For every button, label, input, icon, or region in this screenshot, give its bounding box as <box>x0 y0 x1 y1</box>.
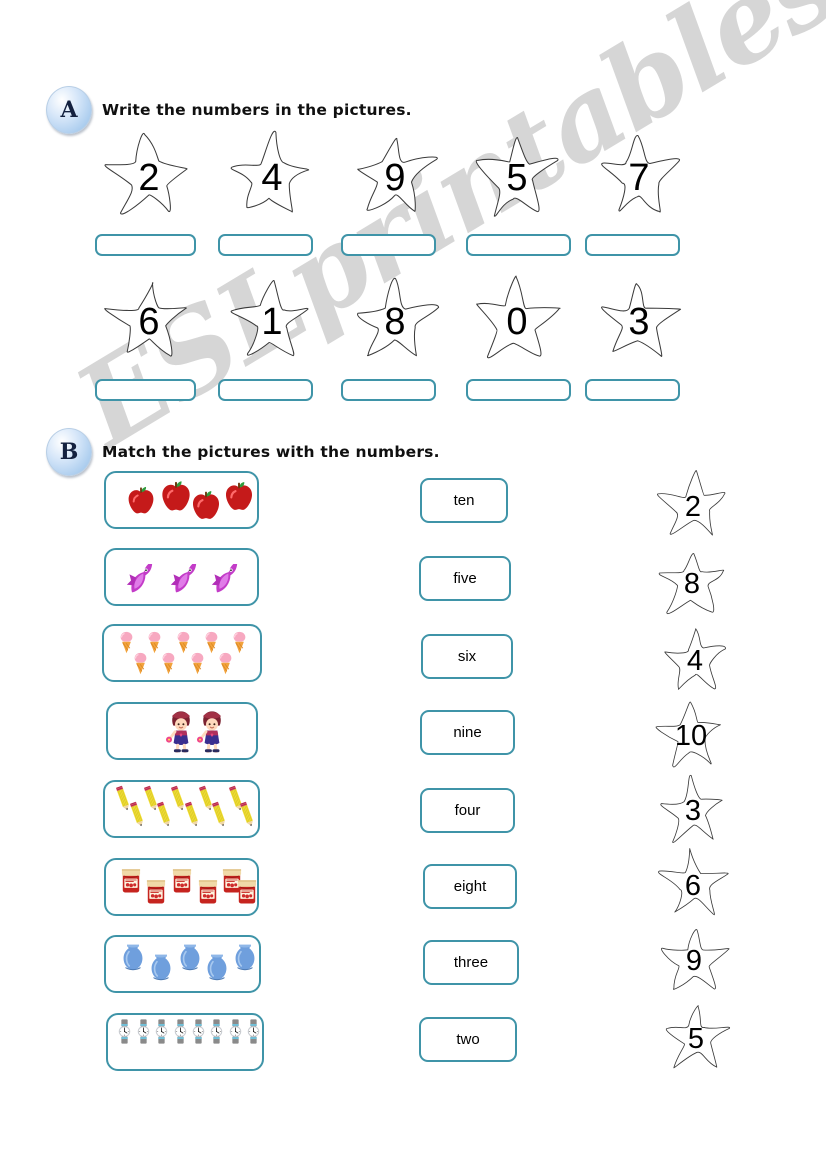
answer-box-9[interactable] <box>466 379 571 401</box>
picture-box-jam-jar[interactable] <box>104 858 259 916</box>
star-7: 7 <box>587 128 691 228</box>
picture-box-girl[interactable] <box>106 702 258 760</box>
star-number: 9 <box>384 157 406 199</box>
star-number: 0 <box>506 301 528 343</box>
answer-box-1[interactable] <box>95 234 196 256</box>
section-a-header: A Write the numbers in the pictures. <box>46 86 412 134</box>
word-box-ten[interactable]: ten <box>420 478 508 523</box>
star-number: 10 <box>674 719 708 752</box>
answer-box-6[interactable] <box>95 379 196 401</box>
section-b-badge: B <box>46 428 92 476</box>
picture-group <box>108 704 256 758</box>
star-number: 6 <box>684 869 702 902</box>
picture-box-apple[interactable] <box>104 471 259 529</box>
star-number: 5 <box>506 157 528 199</box>
answer-box-2[interactable] <box>218 234 313 256</box>
star-number: 9 <box>685 944 703 977</box>
picture-group <box>104 626 260 680</box>
answer-box-4[interactable] <box>466 234 571 256</box>
star-number: 3 <box>684 794 702 827</box>
star-5: 5 <box>465 128 569 228</box>
star-number: 2 <box>138 157 160 199</box>
vase-icon <box>227 940 259 976</box>
star-9: 9 <box>343 128 447 228</box>
star-number: 5 <box>687 1022 705 1055</box>
number-star-4: 4 <box>653 620 737 702</box>
star-number: 7 <box>628 157 650 199</box>
fish-icon <box>203 556 249 602</box>
worksheet-page: ESLprintables.com A Write the numbers in… <box>0 0 826 1169</box>
star-number: 2 <box>684 490 702 523</box>
picture-group <box>108 1015 262 1069</box>
picture-group <box>106 860 257 914</box>
ice-cream-icon <box>127 650 154 677</box>
answer-box-8[interactable] <box>341 379 436 401</box>
number-star-10: 10 <box>649 695 733 777</box>
picture-box-pencil[interactable] <box>103 780 260 838</box>
star-number: 4 <box>261 157 283 199</box>
section-b-title: Match the pictures with the numbers. <box>102 443 440 461</box>
number-star-8: 8 <box>650 543 734 625</box>
star-2: 2 <box>97 128 201 228</box>
girl-icon <box>188 707 236 755</box>
picture-group <box>106 473 257 527</box>
fish-icon <box>118 556 164 602</box>
number-star-9: 9 <box>652 920 736 1002</box>
picture-box-watch[interactable] <box>106 1013 264 1071</box>
word-box-two[interactable]: two <box>419 1017 517 1062</box>
picture-group <box>106 550 257 604</box>
section-a-badge: A <box>46 86 92 134</box>
watch-icon <box>240 1018 262 1045</box>
section-a-title: Write the numbers in the pictures. <box>102 101 412 119</box>
picture-group <box>105 782 258 836</box>
star-0: 0 <box>465 272 569 372</box>
answer-box-10[interactable] <box>585 379 680 401</box>
number-star-2: 2 <box>651 466 735 548</box>
number-star-5: 5 <box>654 998 738 1080</box>
apple-icon <box>218 478 257 520</box>
star-4: 4 <box>220 128 324 228</box>
picture-box-vase[interactable] <box>104 935 261 993</box>
jam-jar-icon <box>230 874 257 908</box>
word-box-five[interactable]: five <box>419 556 511 601</box>
fish-icon <box>162 556 208 602</box>
star-number: 6 <box>138 301 160 343</box>
word-box-three[interactable]: three <box>423 940 519 985</box>
star-number: 3 <box>628 301 650 343</box>
star-number: 1 <box>261 301 283 343</box>
number-star-3: 3 <box>651 770 735 852</box>
star-number: 4 <box>686 644 704 677</box>
ice-cream-icon <box>184 650 211 677</box>
ice-cream-icon <box>212 650 239 677</box>
picture-box-ice-cream[interactable] <box>102 624 262 682</box>
word-box-six[interactable]: six <box>421 634 513 679</box>
section-b-header: B Match the pictures with the numbers. <box>46 428 440 476</box>
word-box-nine[interactable]: nine <box>420 710 515 755</box>
ice-cream-icon <box>155 650 182 677</box>
word-box-eight[interactable]: eight <box>423 864 517 909</box>
star-3: 3 <box>587 272 691 372</box>
star-6: 6 <box>97 272 201 372</box>
star-1: 1 <box>220 272 324 372</box>
picture-group <box>106 937 259 991</box>
star-number: 8 <box>683 567 701 600</box>
answer-box-7[interactable] <box>218 379 313 401</box>
picture-box-fish[interactable] <box>104 548 259 606</box>
word-box-four[interactable]: four <box>420 788 515 833</box>
answer-box-5[interactable] <box>585 234 680 256</box>
star-8: 8 <box>343 272 447 372</box>
answer-box-3[interactable] <box>341 234 436 256</box>
number-star-6: 6 <box>651 845 735 927</box>
star-number: 8 <box>384 301 406 343</box>
